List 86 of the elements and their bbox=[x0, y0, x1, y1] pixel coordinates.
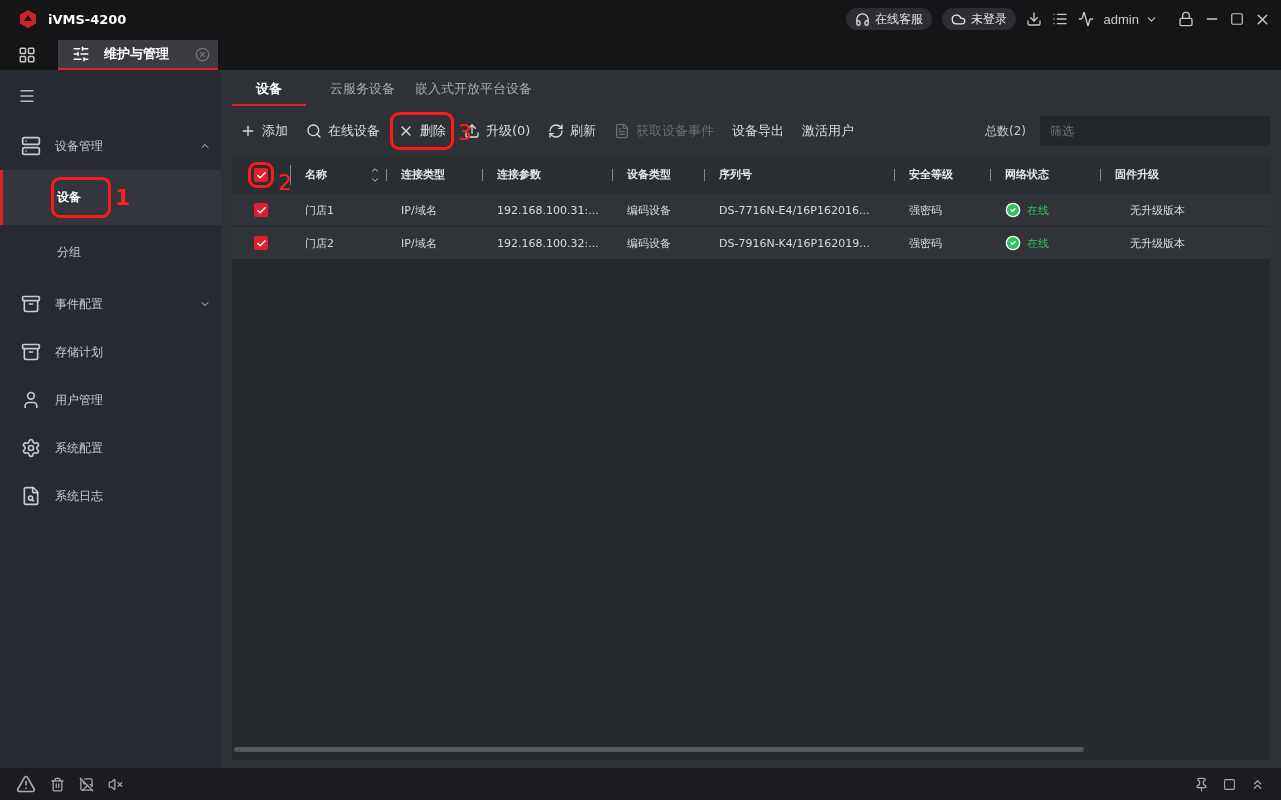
table-cell-text: DS-7916N-K4/16P162019... bbox=[718, 236, 871, 250]
status-cell: 在线 bbox=[990, 202, 1100, 218]
table-cell-text: 无升级版本 bbox=[1129, 202, 1186, 218]
plus-icon bbox=[240, 123, 256, 139]
user-menu[interactable]: admin bbox=[1103, 11, 1158, 27]
toolbar-button[interactable]: 激活用户 bbox=[800, 118, 857, 144]
status-cell: 在线 bbox=[990, 235, 1100, 251]
sliders-icon bbox=[72, 45, 90, 63]
grid-icon[interactable] bbox=[18, 46, 36, 64]
sidebar-item[interactable]: 设备管理 bbox=[0, 122, 221, 170]
annotation-number: 3 bbox=[458, 120, 472, 145]
document-icon bbox=[614, 123, 631, 139]
column-header[interactable]: 连接类型 bbox=[386, 169, 482, 181]
logo-icon bbox=[18, 9, 38, 29]
table-cell-text: 192.168.100.32:... bbox=[496, 236, 600, 250]
annotation-number: 2 bbox=[278, 170, 292, 195]
table-row[interactable]: 门店2 IP/域名 192.168.100.32:... 编码设备 DS-7916N-K4/16P162019... 强密码 在线 无升级版本 bbox=[232, 227, 1270, 259]
cloud-icon bbox=[950, 11, 966, 27]
toolbar-button[interactable]: 刷新 bbox=[546, 118, 599, 144]
app-tab[interactable]: 维护与管理 bbox=[58, 40, 218, 70]
sidebar-item[interactable]: 系统日志 bbox=[0, 472, 221, 520]
table-cell-text: 门店1 bbox=[304, 202, 335, 218]
sub-tab[interactable]: 嵌入式开放平台设备 bbox=[407, 74, 540, 106]
table-cell-text: IP/域名 bbox=[400, 235, 438, 251]
sidebar-icon bbox=[21, 486, 41, 506]
column-header[interactable]: 序列号 bbox=[704, 169, 894, 181]
sidebar-item[interactable]: 事件配置 bbox=[0, 280, 221, 328]
online-service-button[interactable]: 在线客服 bbox=[845, 8, 932, 30]
column-header[interactable]: 设备类型 bbox=[612, 169, 704, 181]
table-cell-text: DS-7716N-E4/16P162016... bbox=[718, 203, 871, 217]
lock-icon[interactable] bbox=[1178, 11, 1194, 27]
sidebar-item[interactable]: 存储计划 bbox=[0, 328, 221, 376]
warning-icon[interactable] bbox=[16, 774, 36, 794]
row-checkbox[interactable] bbox=[254, 236, 268, 250]
sidebar-icon bbox=[21, 438, 41, 458]
list-icon[interactable] bbox=[1051, 11, 1068, 27]
sidebar-icon bbox=[21, 136, 41, 156]
column-header[interactable]: 连接参数 bbox=[482, 169, 612, 181]
search-icon bbox=[306, 123, 322, 139]
window-icon[interactable] bbox=[1223, 777, 1236, 791]
column-header[interactable]: 名称 bbox=[290, 165, 386, 185]
annotation-number: 1 bbox=[115, 185, 131, 210]
scrollbar[interactable] bbox=[234, 747, 1084, 752]
table-cell-text: 编码设备 bbox=[626, 235, 672, 251]
table-row[interactable]: 门店1 IP/域名 192.168.100.31:... 编码设备 DS-7716N-E4/16P162016... 强密码 在线 无升级版本 bbox=[232, 194, 1270, 226]
toolbar-button[interactable]: 删除 bbox=[396, 118, 448, 144]
sidebar-subitem[interactable]: 分组 bbox=[0, 225, 221, 280]
sidebar-icon bbox=[21, 294, 41, 314]
sidebar-icon bbox=[21, 390, 41, 410]
check-circle-icon bbox=[1005, 235, 1021, 251]
sidebar-item[interactable]: 系统配置 bbox=[0, 424, 221, 472]
trash-icon[interactable] bbox=[50, 776, 65, 792]
monitor-icon[interactable] bbox=[1077, 11, 1094, 27]
check-circle-icon bbox=[1005, 202, 1021, 218]
mute-icon[interactable] bbox=[108, 776, 123, 792]
total-count: 总数(2) bbox=[985, 122, 1026, 140]
toolbar-button[interactable]: 设备导出 bbox=[730, 118, 787, 144]
table-cell-text: IP/域名 bbox=[400, 202, 438, 218]
table-cell-text: 192.168.100.31:... bbox=[496, 203, 600, 217]
sub-tab[interactable]: 云服务设备 bbox=[322, 74, 403, 106]
table-cell-text: 强密码 bbox=[908, 235, 943, 251]
sub-tab[interactable]: 设备 bbox=[232, 74, 306, 106]
window-title: iVMS-4200 bbox=[48, 11, 127, 27]
column-header[interactable]: 固件升级 bbox=[1100, 169, 1270, 181]
download-icon[interactable] bbox=[1025, 11, 1042, 27]
filter-field[interactable]: 筛选 bbox=[1040, 116, 1270, 146]
pin-icon[interactable] bbox=[1194, 776, 1209, 792]
row-checkbox[interactable] bbox=[254, 203, 268, 217]
column-header[interactable]: 网络状态 bbox=[990, 169, 1100, 181]
headset-icon bbox=[854, 11, 870, 27]
sidebar-subitem[interactable]: 设备 1 bbox=[0, 170, 221, 225]
login-button[interactable]: 未登录 bbox=[941, 8, 1016, 30]
maximize-icon[interactable] bbox=[1230, 12, 1244, 26]
column-header[interactable]: 安全等级 bbox=[894, 169, 990, 181]
image-icon[interactable] bbox=[79, 776, 94, 792]
toolbar-button[interactable]: 在线设备 bbox=[304, 118, 382, 144]
table-cell-text: 编码设备 bbox=[626, 202, 672, 218]
table-cell-text: 强密码 bbox=[908, 202, 943, 218]
table-cell-text: 无升级版本 bbox=[1129, 235, 1186, 251]
refresh-icon bbox=[548, 123, 565, 139]
sort-icon[interactable] bbox=[370, 165, 380, 185]
select-all-checkbox[interactable] bbox=[254, 168, 268, 182]
sidebar-item[interactable]: 用户管理 bbox=[0, 376, 221, 424]
toolbar-button[interactable]: 添加 bbox=[238, 118, 290, 144]
sidebar-icon bbox=[21, 342, 41, 362]
table-cell-text: 门店2 bbox=[304, 235, 335, 251]
